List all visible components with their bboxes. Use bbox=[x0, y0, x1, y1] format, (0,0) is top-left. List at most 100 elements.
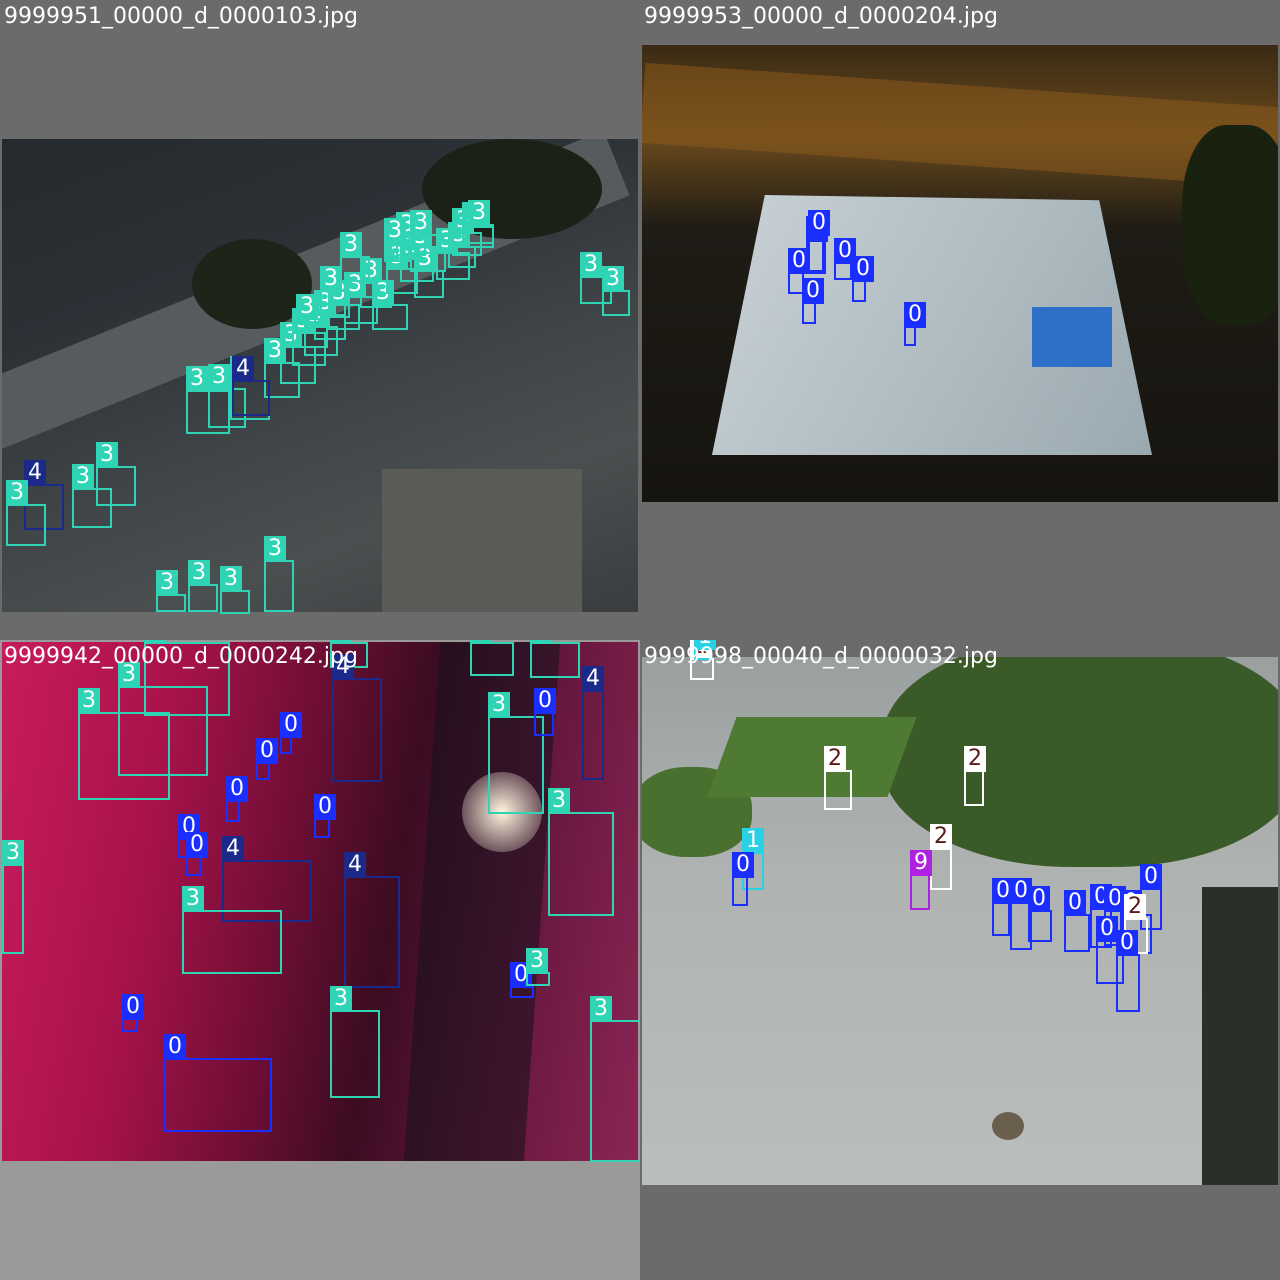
detection-box-class-3: 3 bbox=[320, 266, 350, 318]
detection-class-label: 3 bbox=[488, 692, 510, 718]
detection-class-label: 0 bbox=[808, 210, 830, 236]
detection-box-class-3: 3 bbox=[330, 986, 380, 1098]
detection-box-class-2: 2 bbox=[930, 824, 952, 890]
detection-box-class-0: 0 bbox=[164, 1034, 272, 1132]
image-filename: 9999953_00000_d_0000204.jpg bbox=[644, 4, 998, 29]
detection-box-class-3: 3 bbox=[182, 886, 282, 974]
detection-box-class-3: 3 bbox=[340, 232, 370, 282]
detection-box-class-3: 3 bbox=[264, 536, 294, 612]
detection-class-label: 0 bbox=[1028, 886, 1050, 912]
detection-class-label: 0 bbox=[1116, 930, 1138, 956]
detection-box-class-3: 3 bbox=[384, 218, 410, 262]
manhole-cover bbox=[992, 1112, 1024, 1140]
mosaic-tile-3: 9999942_00000_d_0000242.jpg 333333430000… bbox=[0, 640, 640, 1280]
detection-class-label: 4 bbox=[344, 852, 366, 878]
detection-box-class-4: 4 bbox=[344, 852, 400, 988]
detection-class-label: 9 bbox=[910, 850, 932, 876]
detection-box-class-3: 3 bbox=[468, 200, 494, 244]
detection-box-class-0: 0 bbox=[852, 256, 874, 302]
detection-box-class-0: 0 bbox=[732, 852, 754, 906]
detection-class-label: 0 bbox=[122, 994, 144, 1020]
detection-box-class-9: 9 bbox=[910, 850, 932, 910]
detection-class-label: 3 bbox=[186, 366, 208, 392]
detection-class-label: 0 bbox=[802, 278, 824, 304]
detection-class-label: 3 bbox=[296, 294, 318, 320]
detection-box-class-0: 0 bbox=[510, 962, 534, 998]
detection-class-label: 4 bbox=[232, 356, 254, 382]
detection-class-label: 3 bbox=[182, 886, 204, 912]
detection-box-class-3: 3 bbox=[188, 560, 218, 612]
detection-class-label: 3 bbox=[548, 788, 570, 814]
detection-box-class-0: 0 bbox=[280, 712, 302, 754]
detection-box-class-0: 0 bbox=[186, 832, 208, 876]
detection-class-label: 4 bbox=[222, 836, 244, 862]
detection-class-label: 0 bbox=[1140, 864, 1162, 890]
detection-box-class-0: 0 bbox=[314, 794, 336, 838]
detection-class-label: 3 bbox=[72, 464, 94, 490]
detection-box-class-3: 3 bbox=[72, 464, 112, 528]
detection-box-class-3: 3 bbox=[296, 294, 328, 348]
detection-class-label: 0 bbox=[534, 688, 556, 714]
detection-class-label: 0 bbox=[1096, 916, 1118, 942]
detection-box-class-3: 3 bbox=[530, 640, 580, 678]
detection-box-class-0: 0 bbox=[226, 776, 248, 822]
tile-photo bbox=[642, 657, 1278, 1185]
detection-class-label: 3 bbox=[526, 948, 548, 974]
street-light-glow bbox=[642, 62, 1278, 188]
building-roof bbox=[382, 469, 582, 612]
detection-box-class-3: 3 bbox=[156, 570, 186, 612]
detection-box-class-3: 3 bbox=[6, 480, 46, 546]
pond bbox=[1202, 887, 1278, 1185]
detection-class-label: 3 bbox=[220, 566, 242, 592]
detection-class-label: 3 bbox=[340, 232, 362, 258]
detection-class-label: 3 bbox=[320, 266, 342, 292]
detection-class-label: 0 bbox=[164, 1034, 186, 1060]
detection-box-class-3: 3 bbox=[372, 280, 408, 330]
detection-class-label: 0 bbox=[1064, 890, 1086, 916]
detection-class-label: 2 bbox=[964, 746, 986, 772]
detection-class-label: 2 bbox=[1124, 894, 1146, 920]
detection-box-class-0: 0 bbox=[1116, 930, 1140, 1012]
image-filename: 9999942_00000_d_0000242.jpg bbox=[4, 644, 358, 669]
detection-class-label: 0 bbox=[904, 302, 926, 328]
court-blue-zone bbox=[1032, 307, 1112, 367]
detection-box-class-0: 0 bbox=[1028, 886, 1052, 942]
detection-class-label: 3 bbox=[602, 266, 624, 292]
detection-class-label: 3 bbox=[96, 442, 118, 468]
tile-photo bbox=[2, 139, 638, 612]
detection-box-class-0: 0 bbox=[992, 878, 1014, 936]
detection-box-class-0: 0 bbox=[256, 738, 278, 780]
detection-class-label: 3 bbox=[590, 996, 612, 1022]
detection-class-label: 3 bbox=[6, 480, 28, 506]
detection-class-label: 0 bbox=[280, 712, 302, 738]
image-filename: 9999998_00040_d_0000032.jpg bbox=[644, 644, 998, 669]
mosaic-tile-4: 9999998_00040_d_0000032.jpg 212221090000… bbox=[640, 640, 1280, 1280]
detection-box-class-3: 3 bbox=[410, 210, 440, 254]
detection-class-label: 3 bbox=[384, 218, 406, 244]
detection-box-class-3: 3 bbox=[470, 640, 514, 676]
hedge bbox=[707, 717, 917, 797]
detection-class-label: 3 bbox=[156, 570, 178, 596]
detection-box-class-2: 2 bbox=[964, 746, 986, 806]
detection-box-class-3: 3 bbox=[78, 688, 170, 800]
detection-class-label: 3 bbox=[470, 640, 492, 644]
detection-class-label: 2 bbox=[824, 746, 846, 772]
detection-class-label: 4 bbox=[582, 666, 604, 692]
detection-box-class-2: 2 bbox=[824, 746, 852, 810]
detection-class-label: 1 bbox=[742, 828, 764, 854]
detection-box-class-3: 3 bbox=[548, 788, 614, 916]
detection-box-class-0: 0 bbox=[122, 994, 144, 1032]
detection-class-label: 3 bbox=[78, 688, 100, 714]
detection-class-label: 2 bbox=[930, 824, 952, 850]
detection-box-class-3: 3 bbox=[602, 266, 630, 316]
detection-box-class-0: 0 bbox=[808, 210, 830, 274]
detection-box-class-0: 0 bbox=[534, 688, 556, 736]
tree-cluster bbox=[1182, 125, 1278, 325]
detection-class-label: 3 bbox=[468, 200, 490, 226]
detection-class-label: 3 bbox=[410, 210, 432, 236]
detection-class-label: 0 bbox=[226, 776, 248, 802]
detection-class-label: 0 bbox=[314, 794, 336, 820]
detection-box-class-4: 4 bbox=[332, 654, 382, 782]
detection-class-label: 0 bbox=[186, 832, 208, 858]
detection-class-label: 0 bbox=[732, 852, 754, 878]
